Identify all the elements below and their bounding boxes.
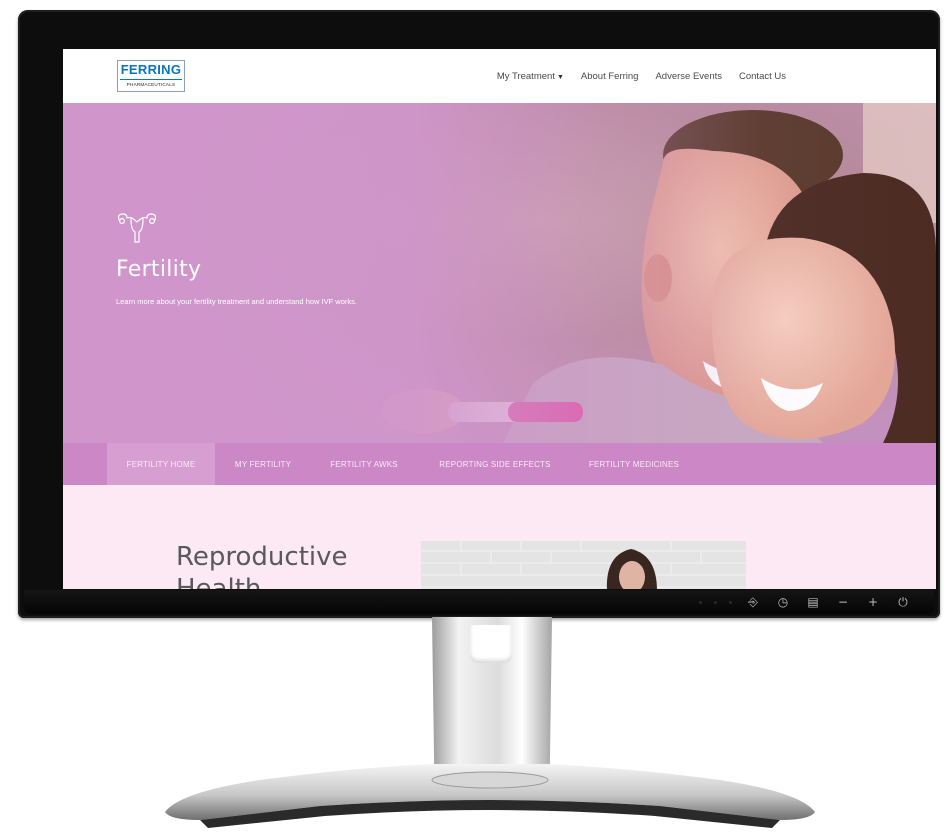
content-heading: Reproductive Health bbox=[176, 542, 348, 589]
logo-subtitle: PHARMACEUTICALS bbox=[126, 82, 176, 87]
uterus-icon bbox=[117, 213, 157, 243]
nav-contact-us[interactable]: Contact Us bbox=[739, 71, 786, 82]
nav-my-treatment-label: My Treatment bbox=[496, 70, 555, 82]
minus-icon[interactable]: − bbox=[834, 593, 852, 611]
hero-title: Fertility bbox=[116, 257, 202, 282]
ferring-logo[interactable]: FERRING PHARMACEUTICALS bbox=[117, 60, 185, 92]
monitor-bezel: FERRING PHARMACEUTICALS My Treatment ▼ Ab… bbox=[18, 10, 940, 618]
input-icon[interactable]: ⎆ bbox=[744, 593, 762, 611]
plus-icon[interactable]: + bbox=[864, 593, 882, 611]
tab-fertility-home[interactable]: FERTILITY HOME bbox=[107, 443, 215, 485]
hero-banner: Fertility Learn more about your fertilit… bbox=[63, 103, 936, 443]
caret-down-icon: ▼ bbox=[556, 73, 564, 81]
tab-fertility-medicines[interactable]: FERTILITY MEDICINES bbox=[579, 443, 689, 485]
woman-photo bbox=[421, 541, 746, 589]
monitor-controls: ⎆ ◷ ▤ − + ⏻ bbox=[699, 592, 912, 612]
logo-name: FERRING bbox=[120, 62, 182, 77]
power-icon[interactable]: ⏻ bbox=[894, 593, 912, 611]
menu-icon[interactable]: ▤ bbox=[804, 593, 822, 611]
logo-divider bbox=[120, 79, 182, 80]
bezel-dot bbox=[714, 600, 717, 604]
stand-cable-slot bbox=[470, 625, 512, 663]
section-subnav: FERTILITY HOME MY FERTILITY FERTILITY AW… bbox=[63, 443, 936, 485]
monitor-screen: FERRING PHARMACEUTICALS My Treatment ▼ Ab… bbox=[63, 49, 936, 589]
monitor-bottom-bezel: ⎆ ◷ ▤ − + ⏻ bbox=[24, 590, 934, 614]
bezel-dot bbox=[699, 600, 702, 604]
site-header: FERRING PHARMACEUTICALS My Treatment ▼ Ab… bbox=[63, 49, 936, 103]
tab-fertility-awks[interactable]: FERTILITY AWKS bbox=[319, 443, 409, 485]
bezel-dot bbox=[729, 600, 732, 604]
tab-my-fertility[interactable]: MY FERTILITY bbox=[223, 443, 303, 485]
nav-adverse-events[interactable]: Adverse Events bbox=[655, 71, 722, 82]
nav-my-treatment[interactable]: My Treatment ▼ bbox=[497, 71, 564, 82]
hero-subtitle: Learn more about your fertility treatmen… bbox=[116, 297, 357, 306]
main-nav: My Treatment ▼ About Ferring Adverse Even… bbox=[497, 49, 786, 103]
monitor-stand-base bbox=[165, 764, 815, 828]
tab-reporting-side-effects[interactable]: REPORTING SIDE EFFECTS bbox=[425, 443, 565, 485]
auto-adjust-icon[interactable]: ◷ bbox=[774, 593, 792, 611]
nav-about-ferring[interactable]: About Ferring bbox=[581, 71, 639, 82]
